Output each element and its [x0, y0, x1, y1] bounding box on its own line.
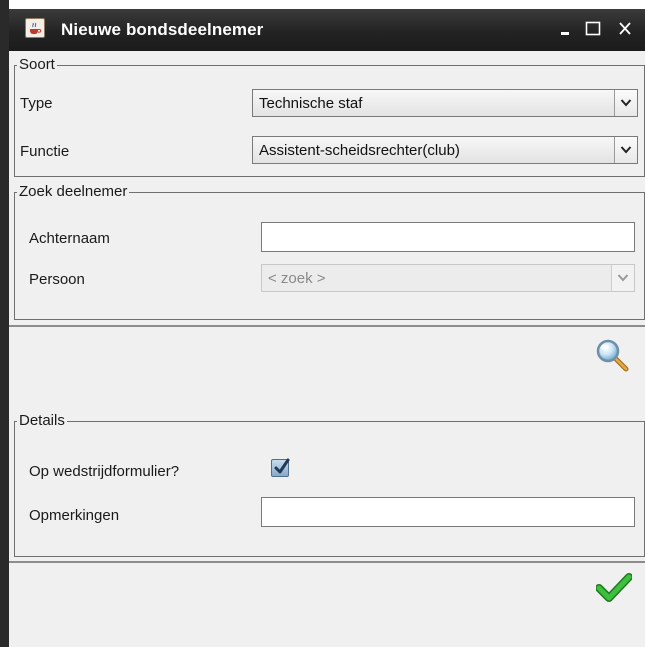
opmerkingen-input[interactable]	[261, 497, 635, 527]
window-top-edge	[0, 0, 645, 9]
zoek-deelnemer-legend: Zoek deelnemer	[19, 183, 128, 200]
dialog-window: Nieuwe bondsdeelnemer Soort Type Technis…	[0, 0, 645, 647]
persoon-select[interactable]: < zoek >	[261, 264, 635, 292]
functie-select[interactable]: Assistent-scheidsrechter(club)	[252, 136, 638, 164]
separator-bottom	[9, 561, 645, 563]
separator-top	[9, 325, 645, 327]
details-legend: Details	[19, 412, 65, 429]
achternaam-label: Achternaam	[29, 230, 110, 247]
type-select[interactable]: Technische staf	[252, 89, 638, 117]
functie-select-value: Assistent-scheidsrechter(club)	[259, 142, 460, 159]
functie-label: Functie	[20, 143, 70, 160]
magnifier-icon	[596, 339, 629, 372]
minimize-button[interactable]	[554, 17, 578, 41]
window-left-edge	[0, 0, 9, 647]
persoon-label: Persoon	[29, 271, 85, 288]
green-check-icon	[595, 573, 633, 602]
achternaam-input[interactable]	[261, 222, 635, 252]
opmerkingen-label: Opmerkingen	[29, 507, 120, 524]
chevron-down-icon	[617, 274, 629, 282]
close-icon	[619, 22, 631, 35]
zoek-deelnemer-group: Zoek deelnemer	[14, 184, 645, 320]
maximize-icon	[585, 21, 601, 36]
type-label: Type	[20, 95, 53, 112]
type-select-value: Technische staf	[259, 95, 363, 112]
details-group: Details	[14, 413, 645, 557]
persoon-select-value: < zoek >	[268, 270, 326, 287]
minimize-icon	[561, 32, 569, 35]
chevron-down-icon	[620, 99, 632, 107]
confirm-button[interactable]	[595, 573, 633, 607]
functie-dropdown-button[interactable]	[614, 137, 637, 163]
close-button[interactable]	[613, 17, 637, 41]
op-wedstrijdformulier-label: Op wedstrijdformulier?	[29, 463, 180, 480]
soort-legend: Soort	[19, 56, 55, 73]
dialog-content: Soort Type Technische staf Functie Assis…	[9, 51, 645, 647]
maximize-button[interactable]	[581, 17, 605, 41]
java-cup-icon	[25, 18, 45, 38]
type-dropdown-button[interactable]	[614, 90, 637, 116]
search-button[interactable]	[595, 338, 631, 378]
op-wedstrijdformulier-checkbox[interactable]	[271, 458, 290, 477]
checkmark-icon	[274, 458, 290, 474]
title-bar[interactable]: Nieuwe bondsdeelnemer	[9, 9, 645, 51]
window-title: Nieuwe bondsdeelnemer	[61, 20, 264, 39]
chevron-down-icon	[620, 146, 632, 154]
persoon-dropdown-button[interactable]	[611, 265, 634, 291]
